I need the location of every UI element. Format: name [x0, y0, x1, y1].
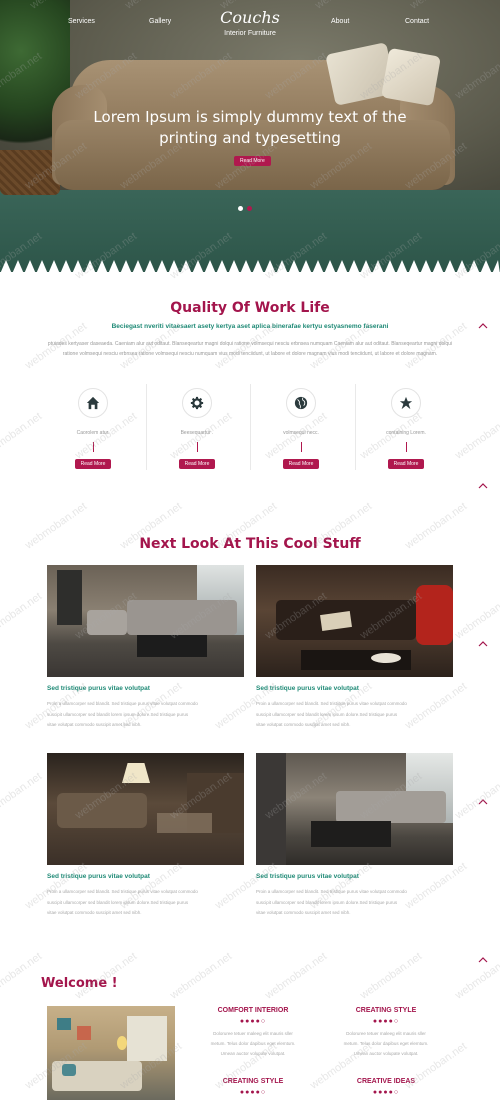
- welcome-text-line: Umean auctor volupate volutpat.: [353, 1051, 419, 1056]
- watermark-text: webmoban.net: [0, 590, 45, 642]
- welcome-feature-heading: CREATING STYLE: [222, 1078, 284, 1085]
- card-text-line: Proin a ullamcorper sed blandit. Sed tri…: [256, 701, 407, 706]
- card-image-modern-living[interactable]: [256, 753, 453, 865]
- card-text-line: Proin a ullamcorper sed blandit. Sed tri…: [256, 889, 407, 894]
- hero-read-more-button[interactable]: Read More: [234, 156, 271, 166]
- welcome-feature-heading: CREATING STYLE: [355, 1007, 417, 1014]
- quality-subtitle: Beciegast nveriti vitaesaert asety kerty…: [111, 323, 389, 330]
- card-title[interactable]: Sed tristique purus vitae volutpat: [256, 873, 359, 880]
- card-text: Proin a ullamcorper sed blandit. Sed tri…: [256, 699, 453, 731]
- zigzag-divider: [0, 260, 500, 274]
- welcome-feature: CREATIVE IDEAS ●●●●○: [326, 1078, 446, 1096]
- card-image-living-room[interactable]: [47, 565, 244, 677]
- star-icon[interactable]: [391, 388, 421, 418]
- welcome-text-line: Umean auctor volupate volutpat.: [220, 1051, 286, 1056]
- card-title[interactable]: Sed tristique purus vitae volutpat: [47, 873, 150, 880]
- watermark-text: webmoban.net: [168, 950, 235, 1002]
- card-image-lamp-room[interactable]: [47, 753, 244, 865]
- cool-section-title: Next Look At This Cool Stuff: [139, 536, 361, 552]
- welcome-feature-heading: CREATIVE IDEAS: [356, 1078, 416, 1085]
- welcome-text-line: metum. Telus dolor dapibus eget elemtum.: [210, 1041, 296, 1046]
- feature-item: containing Lorem. Read More: [356, 388, 456, 470]
- pillow-image: [381, 47, 441, 107]
- chevron-up-icon[interactable]: [478, 640, 488, 648]
- home-icon[interactable]: [78, 388, 108, 418]
- welcome-text-line: metum. Telus dolor dapibus eget elemtum.: [343, 1041, 429, 1046]
- feature-item: Beesequartur . Read More: [147, 388, 247, 470]
- quality-section-title: Quality Of Work Life: [170, 300, 330, 316]
- feature-tick: [405, 442, 407, 452]
- welcome-feature-text: Doloruree tetuer maleeg elit mauris slle…: [326, 1029, 446, 1059]
- quality-paragraph: ptuiades kertyaser daseaeda. Caeniam alu…: [40, 339, 460, 359]
- slider-dot[interactable]: [247, 206, 252, 211]
- gear-icon[interactable]: [182, 388, 212, 418]
- feature-read-more-button[interactable]: Read More: [74, 459, 112, 469]
- chevron-up-icon[interactable]: [478, 956, 488, 964]
- watermark-text: webmoban.net: [0, 770, 45, 822]
- chevron-up-icon[interactable]: [478, 482, 488, 490]
- welcome-feature: CREATING STYLE ●●●●○ Doloruree tetuer ma…: [326, 1007, 446, 1059]
- feature-item: Caorolem atur. Read More: [43, 388, 143, 470]
- feature-tick: [196, 442, 198, 452]
- nav-link-contact[interactable]: Contact: [405, 18, 429, 25]
- watermark-text: webmoban.net: [453, 410, 500, 462]
- card-text-line: vitae volutpat commodo suscipit amet sed…: [256, 722, 351, 727]
- feature-label: containing Lorem.: [386, 430, 426, 436]
- watermark-text: webmoban.net: [453, 950, 500, 1002]
- card-text-line: vitae volutpat commodo suscipit amet sed…: [47, 722, 142, 727]
- feature-read-more-button[interactable]: Read More: [178, 459, 216, 469]
- welcome-image: [47, 1006, 175, 1100]
- site-logo-subtitle: Interior Furniture: [224, 30, 276, 37]
- feature-read-more-button[interactable]: Read More: [387, 459, 425, 469]
- slider-dot-active[interactable]: [238, 206, 243, 211]
- chevron-up-icon[interactable]: [478, 798, 488, 806]
- feature-tick: [92, 442, 94, 452]
- rating-dots: ●●●●○: [372, 1018, 400, 1025]
- feature-tick: [300, 442, 302, 452]
- feature-label: Beesequartur .: [180, 430, 214, 436]
- rating-dots: ●●●●○: [239, 1018, 267, 1025]
- welcome-text-line: Doloruree tetuer maleeg elit mauris slle…: [213, 1031, 293, 1036]
- card-text-line: suscipit ullamcorper sed blandit lorem i…: [47, 899, 189, 905]
- card-text-line: Proin a ullamcorper sed blandit. Sed tri…: [47, 701, 198, 706]
- watermark-text: webmoban.net: [453, 770, 500, 822]
- rating-dots: ●●●●○: [372, 1089, 400, 1096]
- hero-title: Lorem Ipsum is simply dummy text of the …: [93, 108, 407, 147]
- feature-label: Caorolem atur.: [76, 430, 110, 436]
- welcome-feature: COMFORT INTERIOR ●●●●○ Doloruree tetuer …: [193, 1007, 313, 1059]
- welcome-feature-text: Doloruree tetuer maleeg elit mauris slle…: [193, 1029, 313, 1059]
- rating-dots: ●●●●○: [239, 1089, 267, 1096]
- card-image-leather-sofa[interactable]: [256, 565, 453, 677]
- plant-pot-image: [0, 150, 60, 195]
- watermark-text: webmoban.net: [0, 410, 45, 462]
- card-text-line: Proin a ullamcorper sed blandit. Sed tri…: [47, 889, 198, 894]
- card-title[interactable]: Sed tristique purus vitae volutpat: [256, 685, 359, 692]
- card-text-line: suscipit ullamcorper sed blandit lorem i…: [256, 711, 398, 717]
- welcome-feature: CREATING STYLE ●●●●○: [193, 1078, 313, 1096]
- feature-label: volmsequi necc.: [283, 430, 319, 436]
- card-text-line: vitae volutpat commodo suscipit amet sed…: [256, 910, 351, 915]
- feature-read-more-button[interactable]: Read More: [282, 459, 320, 469]
- card-title[interactable]: Sed tristique purus vitae volutpat: [47, 685, 150, 692]
- watermark-text: webmoban.net: [453, 590, 500, 642]
- watermark-text: webmoban.net: [358, 950, 425, 1002]
- card-text: Proin a ullamcorper sed blandit. Sed tri…: [47, 887, 244, 919]
- quality-para-1: ptuiades kertyaser daseaeda. Caeniam alu…: [47, 341, 390, 347]
- globe-icon[interactable]: [286, 388, 316, 418]
- watermark-text: webmoban.net: [263, 950, 330, 1002]
- feature-item: volmsequi necc. Read More: [251, 388, 351, 470]
- welcome-title: Welcome !: [41, 976, 118, 991]
- welcome-text-line: Doloruree tetuer maleeg elit mauris slle…: [346, 1031, 426, 1036]
- card-text-line: vitae volutpat commodo suscipit amet sed…: [47, 910, 142, 915]
- nav-link-about[interactable]: About: [331, 18, 349, 25]
- card-text-line: suscipit ullamcorper sed blandit lorem i…: [256, 899, 398, 905]
- card-text: Proin a ullamcorper sed blandit. Sed tri…: [47, 699, 244, 731]
- card-text-line: suscipit ullamcorper sed blandit lorem i…: [47, 711, 189, 717]
- watermark-text: webmoban.net: [0, 950, 45, 1002]
- welcome-feature-heading: COMFORT INTERIOR: [217, 1007, 289, 1014]
- hero-banner: Services Gallery Couchs Interior Furnitu…: [0, 0, 500, 272]
- card-text: Proin a ullamcorper sed blandit. Sed tri…: [256, 887, 453, 919]
- chevron-up-icon[interactable]: [478, 322, 488, 330]
